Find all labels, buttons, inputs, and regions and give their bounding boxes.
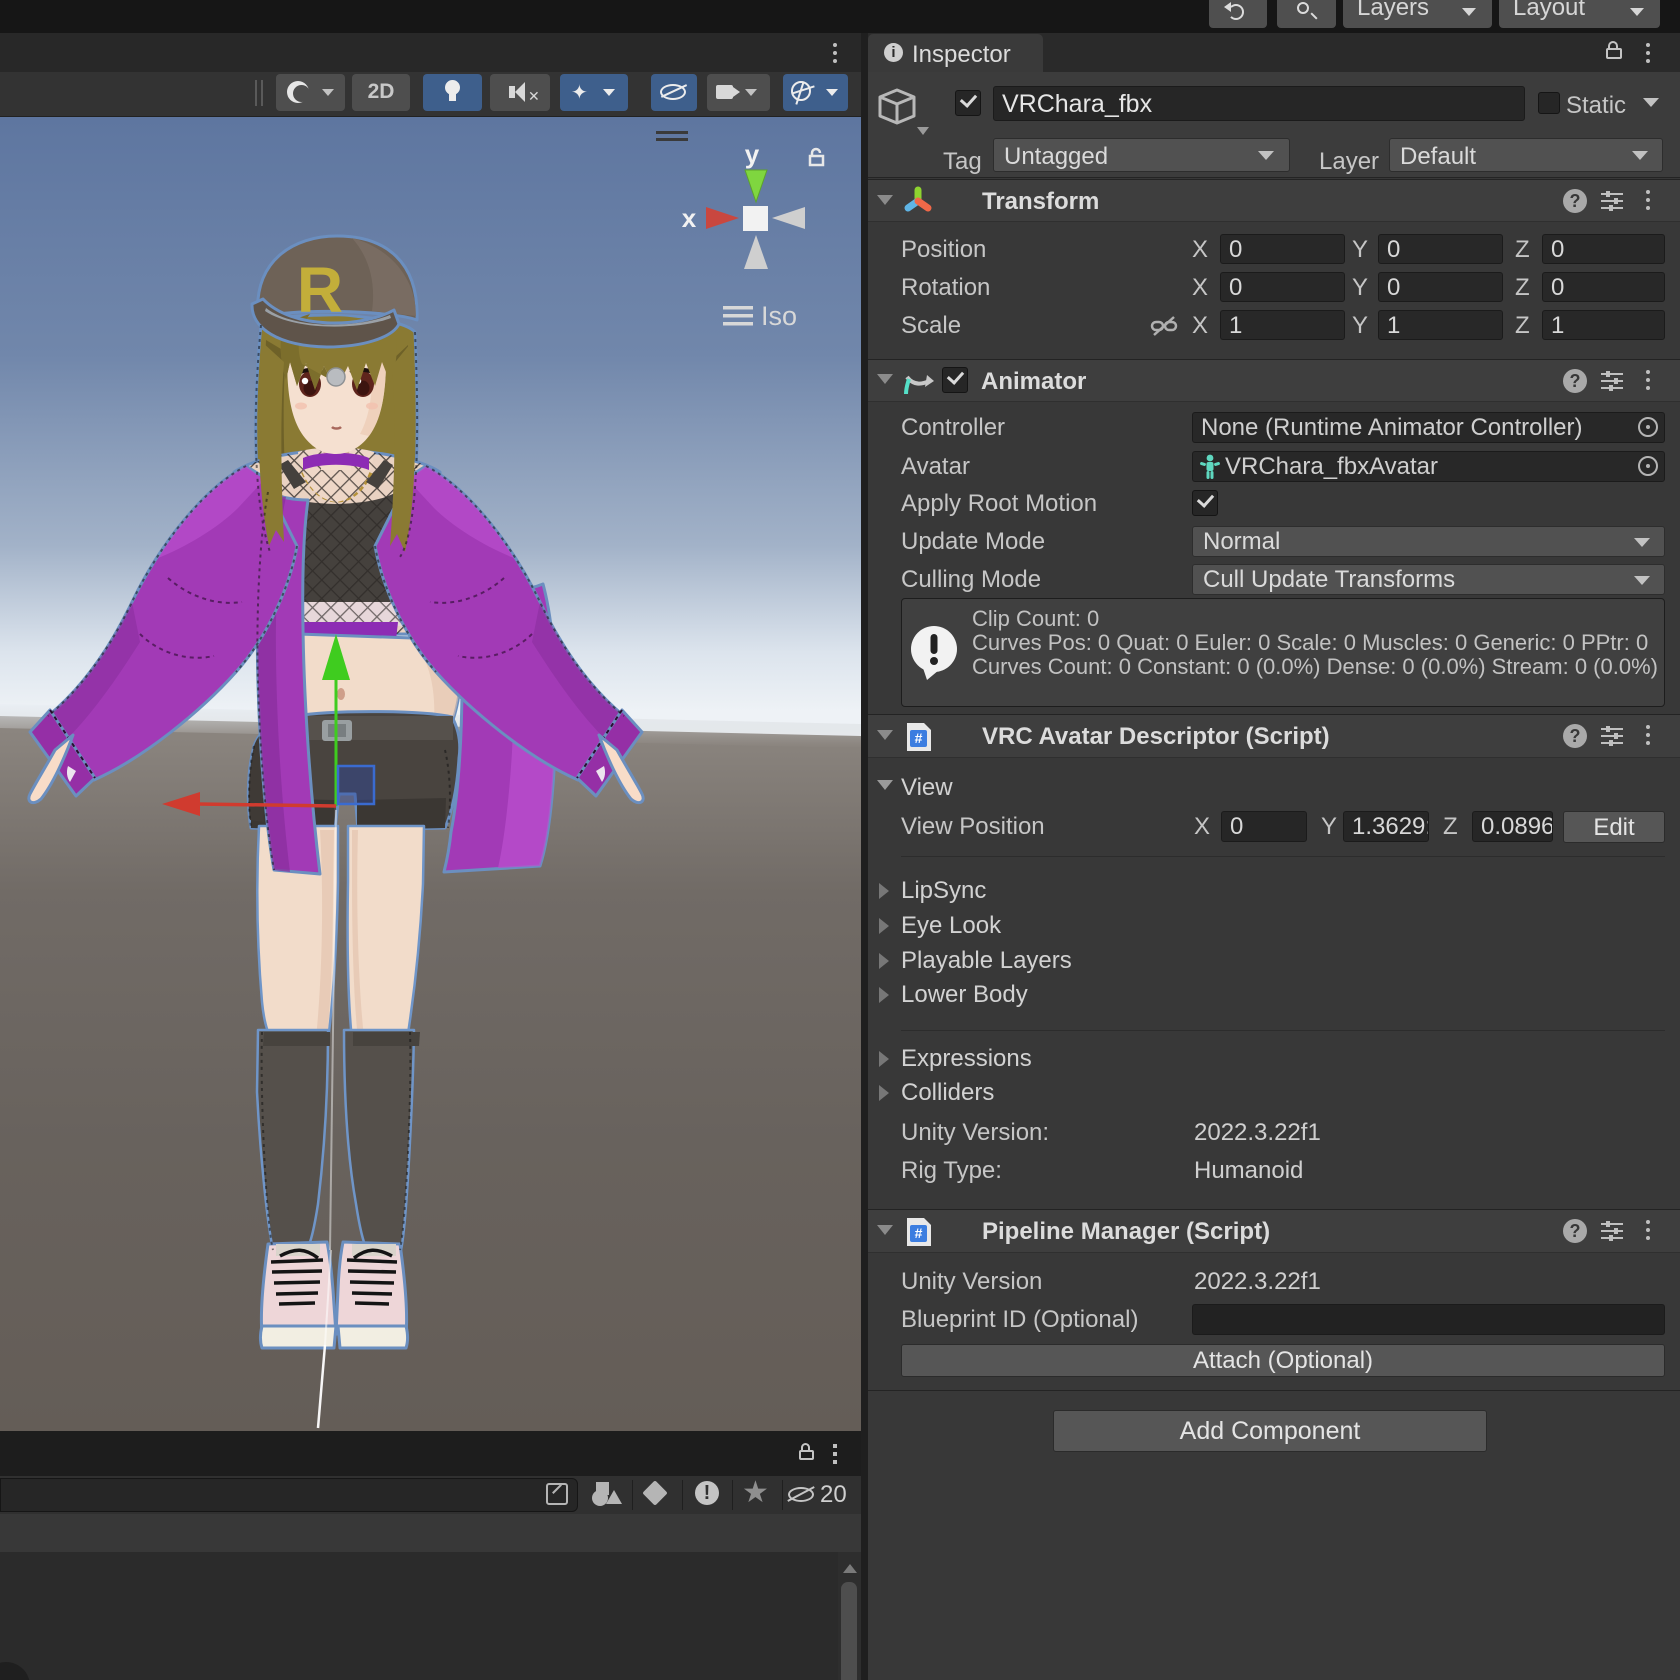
svg-text:R: R <box>297 254 343 326</box>
svg-text:#: # <box>915 730 923 746</box>
svg-text:Iso: Iso <box>761 301 797 331</box>
svg-text:x: x <box>682 203 697 233</box>
svg-text:#: # <box>915 1225 923 1241</box>
svg-text:y: y <box>745 139 760 169</box>
